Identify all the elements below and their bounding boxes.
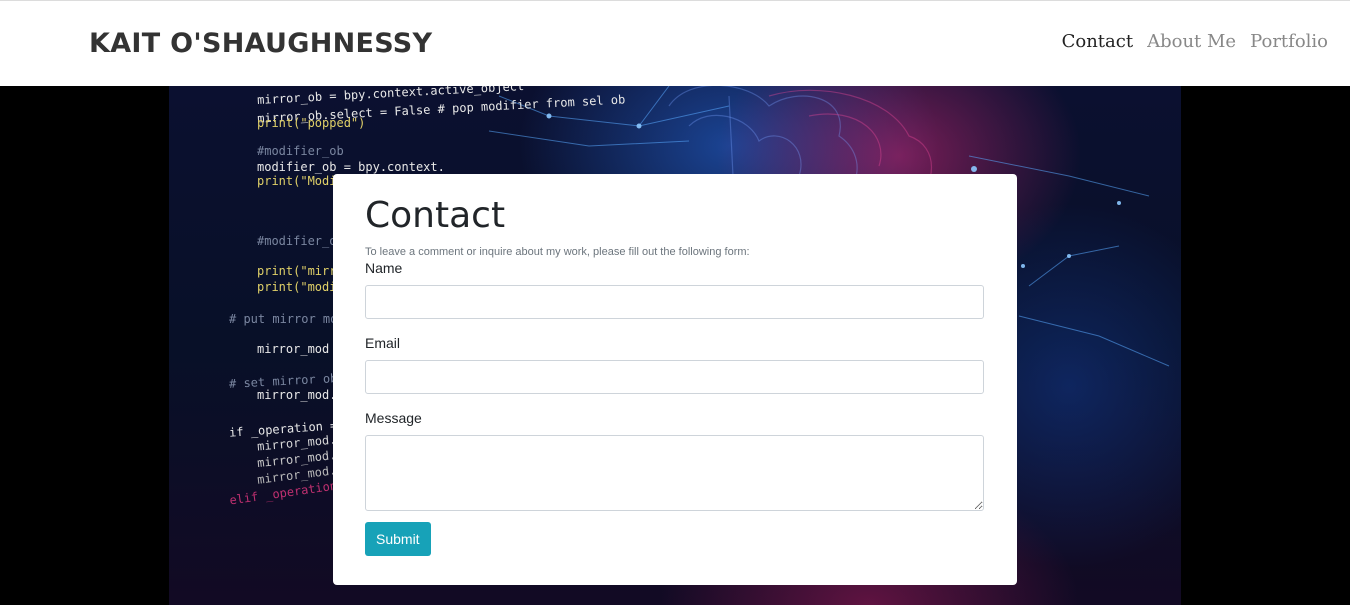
message-textarea[interactable] <box>365 435 984 511</box>
nav-link-about-me[interactable]: About Me <box>1147 31 1236 52</box>
code-line: #modifier_o <box>257 234 337 248</box>
nav-links: Contact About Me Portfolio <box>1062 31 1328 52</box>
code-line: #modifier_ob <box>257 144 344 158</box>
form-description: To leave a comment or inquire about my w… <box>365 246 750 258</box>
brand-logo-link[interactable]: KAIT O'SHAUGHNESSY <box>89 28 432 59</box>
code-line: print("popped") <box>257 116 366 130</box>
name-input[interactable] <box>365 285 984 319</box>
code-line: modifier_ob = bpy.context. <box>257 160 445 174</box>
nav-link-contact[interactable]: Contact <box>1062 31 1133 52</box>
message-label: Message <box>365 410 422 426</box>
submit-button[interactable]: Submit <box>365 522 431 556</box>
contact-form-card: Contact To leave a comment or inquire ab… <box>333 174 1017 585</box>
code-line: # put mirror mo <box>229 312 338 326</box>
email-input[interactable] <box>365 360 984 394</box>
code-line: mirror_mod. <box>257 388 337 402</box>
name-label: Name <box>365 260 403 276</box>
code-line: print("mirr <box>257 264 337 278</box>
code-line: print("Modi <box>257 174 337 188</box>
name-form-group: Name <box>365 260 985 319</box>
message-form-group: Message <box>365 410 985 511</box>
navbar: KAIT O'SHAUGHNESSY Contact About Me Port… <box>0 0 1350 86</box>
page-title: Contact <box>365 195 506 236</box>
email-form-group: Email <box>365 335 985 394</box>
email-label: Email <box>365 335 401 351</box>
nav-link-portfolio[interactable]: Portfolio <box>1250 31 1328 52</box>
code-line: print("modi <box>257 280 337 294</box>
code-line: mirror_mod <box>257 342 330 356</box>
